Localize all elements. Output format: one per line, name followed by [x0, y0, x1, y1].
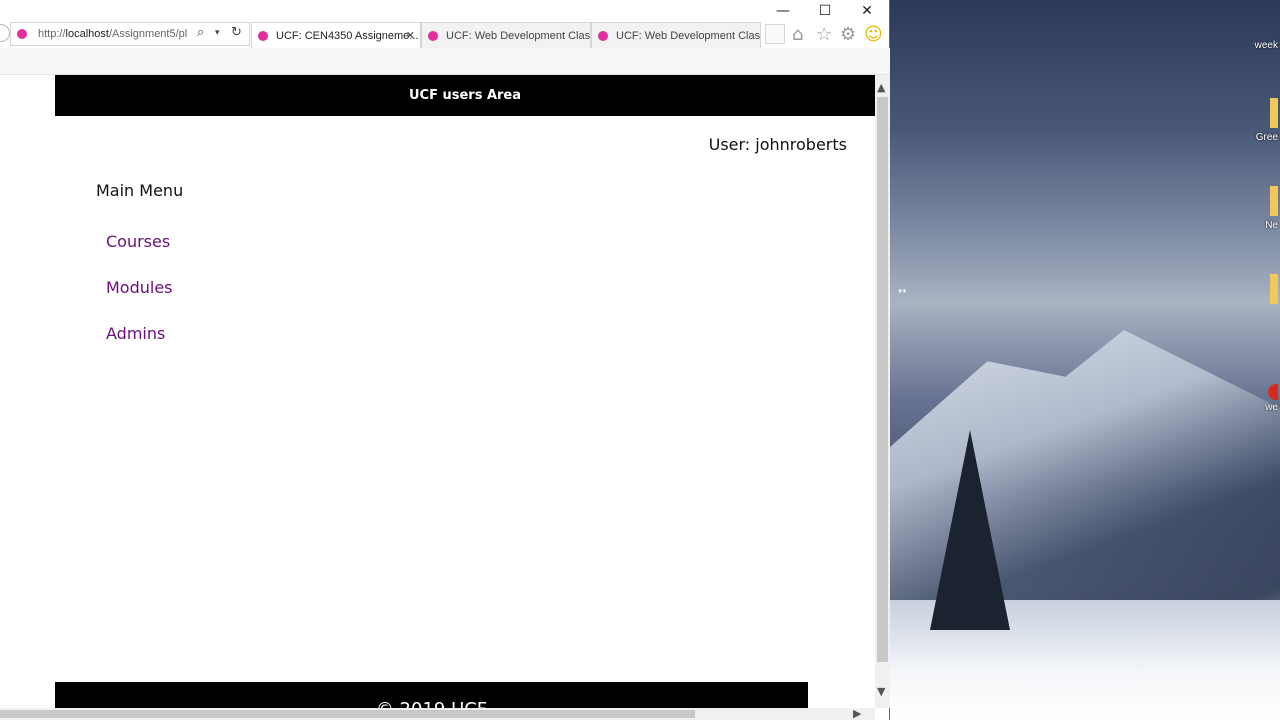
tab-favicon-icon [428, 31, 438, 41]
footer-text: © 2019 UCF [376, 699, 487, 708]
tab-favicon-icon [258, 31, 268, 41]
refresh-icon[interactable]: ↻ [231, 22, 242, 44]
back-button[interactable] [0, 24, 10, 42]
favorites-star-icon[interactable]: ☆ [816, 22, 832, 48]
desktop-background: week Gree Ne we [890, 0, 1280, 720]
address-path: /Assignment5/pl [108, 28, 188, 40]
address-host: localhost [65, 28, 109, 40]
new-tab-icon[interactable] [765, 24, 785, 44]
title-bar: — ☐ ✕ [0, 0, 889, 22]
tab-favicon-icon [598, 31, 608, 41]
address-prefix: http:// [38, 28, 66, 40]
pine-tree [930, 430, 1010, 630]
minimize-button[interactable]: — [762, 0, 804, 22]
desktop-icon-ne[interactable]: Ne [1240, 186, 1280, 231]
site-header: UCF users Area [55, 75, 875, 116]
menu-link-modules[interactable]: Modules [106, 278, 173, 297]
navigation-bar: http://localhost/Assignment5/pl ⌕ ▾ ↻ UC… [0, 22, 890, 48]
menu-link-courses[interactable]: Courses [106, 232, 170, 251]
site-favicon-icon [17, 29, 27, 39]
scroll-up-icon[interactable]: ▲ [877, 81, 885, 94]
resize-cursor-icon: ↔ [898, 286, 907, 297]
menu-link-admins[interactable]: Admins [106, 324, 165, 343]
folder-icon [1270, 186, 1278, 216]
horizontal-scroll-thumb[interactable] [0, 710, 695, 718]
tab-web-development-1[interactable]: UCF: Web Development Clas... [421, 22, 591, 48]
vertical-scrollbar[interactable]: ▲ ▼ [875, 75, 890, 708]
horizontal-scrollbar[interactable]: ▶ [0, 707, 875, 720]
maximize-button[interactable]: ☐ [804, 0, 846, 22]
desktop-icon-folder[interactable] [1240, 274, 1280, 308]
desktop-icon-gree[interactable]: Gree [1240, 98, 1280, 143]
search-icon[interactable]: ⌕ [197, 22, 204, 44]
dropdown-icon[interactable]: ▾ [215, 22, 220, 44]
page-content: UCF users Area User: johnroberts Main Me… [0, 75, 875, 708]
home-icon[interactable]: ⌂ [792, 22, 803, 48]
desktop-icon-label: Gree [1255, 132, 1278, 143]
main-menu-title: Main Menu [96, 181, 184, 200]
scroll-down-icon[interactable]: ▼ [877, 685, 885, 698]
tab-label: UCF: Web Development Clas... [446, 30, 591, 42]
folder-icon [1270, 274, 1278, 304]
scroll-right-icon[interactable]: ▶ [853, 707, 861, 720]
tab-cen4350[interactable]: UCF: CEN4350 Assigneme... ✕ [251, 22, 421, 48]
address-bar[interactable]: http://localhost/Assignment5/pl [10, 22, 250, 46]
vertical-scroll-thumb[interactable] [877, 97, 888, 662]
desktop-icon-label: week [1254, 40, 1278, 51]
error-badge-icon [1268, 384, 1278, 400]
header-title: UCF users Area [408, 88, 522, 103]
tab-web-development-2[interactable]: UCF: Web Development Clas... [591, 22, 761, 48]
desktop-icon-label: Ne [1265, 220, 1278, 231]
tab-label: UCF: CEN4350 Assigneme... [276, 30, 419, 42]
toolbar-spacer [0, 48, 890, 75]
folder-icon [1270, 98, 1278, 128]
smiley-feedback-icon[interactable]: ☺ [864, 22, 883, 48]
desktop-icon-week[interactable]: week [1240, 40, 1280, 51]
tab-close-icon[interactable]: ✕ [406, 23, 415, 48]
close-window-button[interactable]: ✕ [846, 0, 888, 22]
browser-window: — ☐ ✕ http://localhost/Assignment5/pl ⌕ … [0, 0, 890, 720]
user-label: User: johnroberts [708, 135, 847, 154]
desktop-icon-we[interactable]: we [1240, 384, 1280, 413]
desktop-icon-label: we [1265, 402, 1278, 413]
tab-label: UCF: Web Development Clas... [616, 30, 761, 42]
site-footer: © 2019 UCF [55, 682, 808, 708]
settings-gear-icon[interactable]: ⚙ [840, 22, 856, 48]
